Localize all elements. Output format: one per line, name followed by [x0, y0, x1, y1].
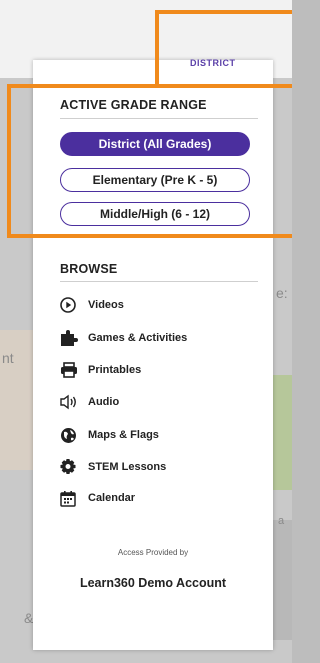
background-text-fragment: e:: [276, 285, 288, 301]
browse-item-calendar[interactable]: Calendar: [60, 487, 135, 509]
browse-item-videos[interactable]: Videos: [60, 294, 124, 316]
background-text-fragment: nt: [2, 350, 14, 366]
district-logo-fragment: DISTRICT: [190, 58, 236, 68]
browse-title: BROWSE: [60, 262, 118, 276]
browse-item-printables[interactable]: Printables: [60, 359, 141, 381]
calendar-icon: [60, 489, 80, 507]
speaker-icon: [60, 393, 80, 411]
browse-item-label: Calendar: [88, 492, 136, 504]
play-circle-icon: [60, 296, 80, 314]
gear-icon: [60, 458, 80, 476]
browse-item-label: STEM Lessons: [88, 461, 167, 473]
browse-item-label: Games & Activities: [88, 332, 188, 344]
browse-item-games-activities[interactable]: Games & Activities: [60, 327, 187, 349]
browse-item-maps-flags[interactable]: Maps & Flags: [60, 424, 159, 446]
callout-highlight-box: [7, 84, 292, 238]
callout-connector-horizontal: [155, 10, 292, 14]
globe-icon: [60, 426, 80, 444]
browse-item-label: Printables: [88, 364, 142, 376]
access-provided-label: Access Provided by: [117, 548, 189, 557]
browse-item-label: Videos: [88, 299, 124, 311]
account-name: Learn360 Demo Account: [79, 576, 227, 590]
printer-icon: [60, 361, 80, 379]
background-card-right: [272, 375, 292, 490]
browse-item-label: Maps & Flags: [88, 429, 159, 441]
browse-item-stem-lessons[interactable]: STEM Lessons: [60, 456, 166, 478]
browse-item-label: Audio: [88, 396, 120, 408]
browse-item-audio[interactable]: Audio: [60, 391, 119, 413]
callout-connector-vertical: [155, 10, 159, 86]
background-text-fragment: &: [24, 610, 34, 626]
browse-divider: [60, 281, 258, 282]
background-text-fragment: a: [278, 515, 285, 527]
background-card-right-lower: [272, 520, 292, 640]
puzzle-icon: [60, 329, 80, 347]
